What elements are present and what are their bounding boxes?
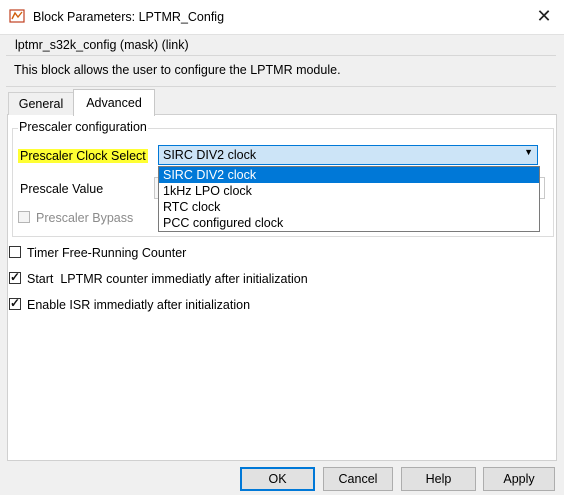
prescale-value-input-edge xyxy=(540,177,545,199)
simulink-block-icon xyxy=(9,9,25,23)
help-button[interactable]: Help xyxy=(401,467,476,491)
tab-general[interactable]: General xyxy=(8,92,74,115)
prescaler-bypass-label: Prescaler Bypass xyxy=(36,211,134,225)
prescaler-clock-select-label: Prescaler Clock Select xyxy=(18,149,148,163)
prescaler-group-label: Prescaler configuration xyxy=(18,120,148,134)
prescaler-clock-select[interactable]: SIRC DIV2 clock ▼ xyxy=(158,145,538,165)
mask-title: lptmr_s32k_config (mask) (link) xyxy=(15,38,189,52)
isr-after-init-label: Enable ISR immediatly after initializati… xyxy=(27,298,251,312)
chevron-down-icon[interactable]: ▼ xyxy=(524,147,533,157)
dropdown-option[interactable]: SIRC DIV2 clock xyxy=(159,167,539,183)
select-value: SIRC DIV2 clock xyxy=(163,148,257,162)
dropdown-option[interactable]: RTC clock xyxy=(159,199,539,215)
ok-button[interactable]: OK xyxy=(240,467,315,491)
apply-button[interactable]: Apply xyxy=(483,467,555,491)
dropdown-option[interactable]: PCC configured clock xyxy=(159,215,539,231)
close-icon[interactable]: ✕ xyxy=(532,5,556,27)
prescale-value-label: Prescale Value xyxy=(20,182,104,196)
clock-select-dropdown-list: SIRC DIV2 clock 1kHz LPO clock RTC clock… xyxy=(158,166,540,232)
window-title: Block Parameters: LPTMR_Config xyxy=(33,10,225,24)
prescaler-bypass-checkbox[interactable] xyxy=(18,211,30,223)
start-after-init-label: Start LPTMR counter immediatly after ini… xyxy=(27,272,308,286)
cancel-button[interactable]: Cancel xyxy=(323,467,393,491)
tab-advanced[interactable]: Advanced xyxy=(73,89,155,116)
free-running-checkbox[interactable] xyxy=(9,246,21,258)
isr-after-init-checkbox[interactable] xyxy=(9,296,21,310)
dropdown-option[interactable]: 1kHz LPO clock xyxy=(159,183,539,199)
start-after-init-checkbox[interactable] xyxy=(9,270,21,284)
mask-description: This block allows the user to configure … xyxy=(14,63,341,77)
free-running-label: Timer Free-Running Counter xyxy=(27,246,187,260)
